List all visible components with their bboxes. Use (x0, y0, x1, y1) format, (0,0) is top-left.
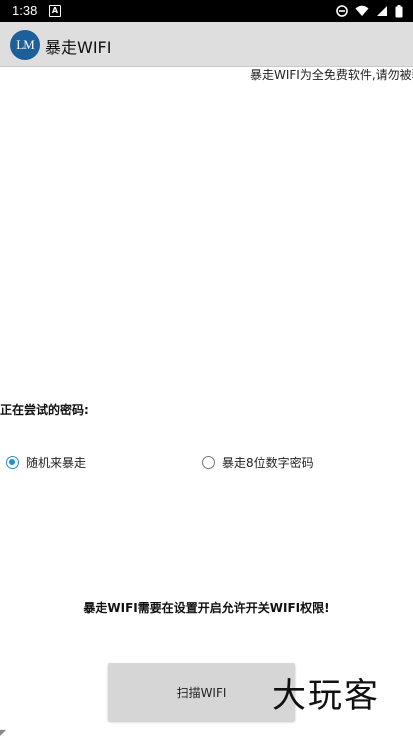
wifi-icon (355, 5, 369, 16)
status-icons (336, 4, 403, 18)
a-notification-icon: A (49, 5, 61, 17)
marquee-text: 暴走WIFI为全免费软件,请勿被骗 (250, 68, 413, 82)
permission-notice: 暴走WIFI需要在设置开启允许开关WIFI权限! (83, 601, 330, 615)
status-time: 1:38 (12, 3, 38, 18)
app-title: 暴走WIFI (45, 38, 112, 57)
radio-random[interactable]: 随机来暴走 (6, 454, 86, 471)
app-bar: LM 暴走WIFI (0, 22, 413, 67)
radio-random-label: 随机来暴走 (26, 456, 87, 470)
dnd-icon (336, 5, 348, 17)
app-logo: LM (10, 30, 40, 60)
status-bar: 1:38 A (0, 0, 413, 22)
radio-8digit-label: 暴走8位数字密码 (222, 456, 314, 470)
battery-icon (395, 4, 403, 17)
radio-unchecked-icon (202, 456, 215, 469)
radio-checked-icon (6, 456, 19, 469)
signal-icon (377, 6, 387, 16)
watermark: 大玩客 (272, 676, 380, 716)
scan-wifi-button[interactable]: 扫描WIFI (108, 663, 295, 721)
trying-password-label: 正在尝试的密码: (0, 403, 89, 417)
corner-mark: ◤ (0, 728, 7, 737)
radio-8digit[interactable]: 暴走8位数字密码 (202, 454, 314, 471)
